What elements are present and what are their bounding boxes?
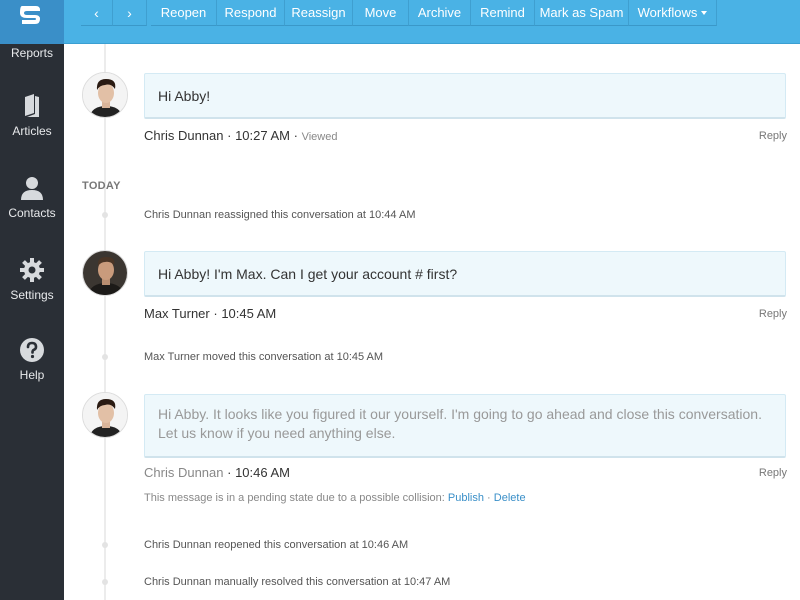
avatar-chris-dunnan bbox=[83, 73, 127, 117]
message-author: Max Turner bbox=[144, 306, 210, 321]
avatar bbox=[82, 392, 128, 438]
message-author: Chris Dunnan bbox=[144, 128, 224, 143]
caret-down-icon bbox=[701, 11, 708, 15]
message-bubble: Hi Abby! bbox=[144, 73, 786, 119]
sidebar-item-articles[interactable]: Articles bbox=[0, 94, 64, 138]
sidebar-item-contacts[interactable]: Contacts bbox=[0, 176, 64, 220]
event-dot bbox=[102, 542, 108, 548]
sidebar-item-label: Reports bbox=[10, 46, 54, 60]
message-author: Chris Dunnan bbox=[144, 465, 224, 480]
app-window: Reports Articles Contacts Settings Help … bbox=[0, 0, 800, 600]
event-dot bbox=[102, 354, 108, 360]
timeline-line bbox=[104, 44, 106, 600]
event-text: Max Turner moved this conversation at 10… bbox=[144, 351, 384, 363]
message-time: 10:45 AM bbox=[221, 306, 277, 321]
event-dot bbox=[102, 579, 108, 585]
sidebar: Reports Articles Contacts Settings Help bbox=[0, 0, 64, 600]
sidebar-item-label: Settings bbox=[10, 288, 54, 302]
avatar-chris-dunnan bbox=[83, 393, 127, 437]
avatar bbox=[82, 250, 128, 296]
conversation-thread: Hi Abby! Chris Dunnan · 10:27 AM · Viewe… bbox=[64, 44, 800, 600]
respond-button[interactable]: Respond bbox=[217, 0, 285, 26]
reply-link[interactable]: Reply bbox=[759, 130, 787, 142]
question-circle-icon bbox=[20, 338, 44, 362]
reply-link[interactable]: Reply bbox=[759, 467, 787, 479]
sidebar-item-settings[interactable]: Settings bbox=[0, 258, 64, 302]
event-dot bbox=[102, 212, 108, 218]
message-time: 10:27 AM bbox=[235, 128, 290, 143]
chevron-right-icon: › bbox=[127, 5, 132, 21]
separator: · bbox=[483, 492, 494, 504]
mark-as-spam-button[interactable]: Mark as Spam bbox=[535, 0, 629, 26]
event-text: Chris Dunnan reopened this conversation … bbox=[144, 539, 409, 551]
reassign-button[interactable]: Reassign bbox=[285, 0, 353, 26]
date-divider: TODAY bbox=[82, 180, 121, 192]
message-status: Viewed bbox=[301, 131, 338, 143]
delete-link[interactable]: Delete bbox=[494, 492, 526, 504]
pending-note-text: This message is in a pending state due t… bbox=[144, 492, 448, 504]
message-meta: Chris Dunnan · 10:27 AM · Viewed bbox=[144, 128, 338, 143]
avatar-max-turner bbox=[83, 251, 127, 295]
sidebar-item-help[interactable]: Help bbox=[0, 338, 64, 382]
remind-button[interactable]: Remind bbox=[471, 0, 535, 26]
workflows-label: Workflows bbox=[637, 5, 698, 20]
chevron-left-icon: ‹ bbox=[94, 5, 99, 21]
avatar bbox=[82, 72, 128, 118]
toolbar: ‹ › Reopen Respond Reassign Move Archive… bbox=[64, 0, 800, 44]
message-text: Hi Abby! bbox=[158, 88, 211, 104]
publish-link[interactable]: Publish bbox=[448, 492, 484, 504]
event-text: Chris Dunnan manually resolved this conv… bbox=[144, 576, 451, 588]
message-meta: Max Turner · 10:45 AM bbox=[144, 306, 277, 321]
message-bubble: Hi Abby! I'm Max. Can I get your account… bbox=[144, 251, 786, 297]
next-conversation-button[interactable]: › bbox=[113, 0, 147, 26]
app-logo-icon bbox=[20, 6, 40, 24]
reply-link[interactable]: Reply bbox=[759, 308, 787, 320]
message-text: Hi Abby! I'm Max. Can I get your account… bbox=[158, 266, 458, 282]
move-button[interactable]: Move bbox=[353, 0, 409, 26]
archive-button[interactable]: Archive bbox=[409, 0, 471, 26]
gear-icon bbox=[20, 258, 44, 282]
prev-conversation-button[interactable]: ‹ bbox=[81, 0, 113, 26]
person-icon bbox=[21, 177, 43, 200]
reopen-button[interactable]: Reopen bbox=[151, 0, 217, 26]
message-meta: Chris Dunnan · 10:46 AM bbox=[144, 465, 290, 480]
sidebar-item-reports[interactable]: Reports bbox=[0, 46, 64, 60]
event-text: Chris Dunnan reassigned this conversatio… bbox=[144, 209, 416, 221]
sidebar-item-label: Contacts bbox=[8, 206, 56, 220]
workflows-dropdown[interactable]: Workflows bbox=[629, 0, 717, 26]
logo-area[interactable] bbox=[0, 0, 64, 44]
book-icon bbox=[25, 94, 39, 117]
message-time: 10:46 AM bbox=[235, 465, 290, 480]
message-text: Hi Abby. It looks like you figured it ou… bbox=[158, 406, 762, 441]
pending-note: This message is in a pending state due t… bbox=[144, 492, 526, 504]
sidebar-item-label: Help bbox=[19, 368, 45, 382]
sidebar-item-label: Articles bbox=[12, 124, 52, 138]
message-bubble: Hi Abby. It looks like you figured it ou… bbox=[144, 394, 786, 458]
